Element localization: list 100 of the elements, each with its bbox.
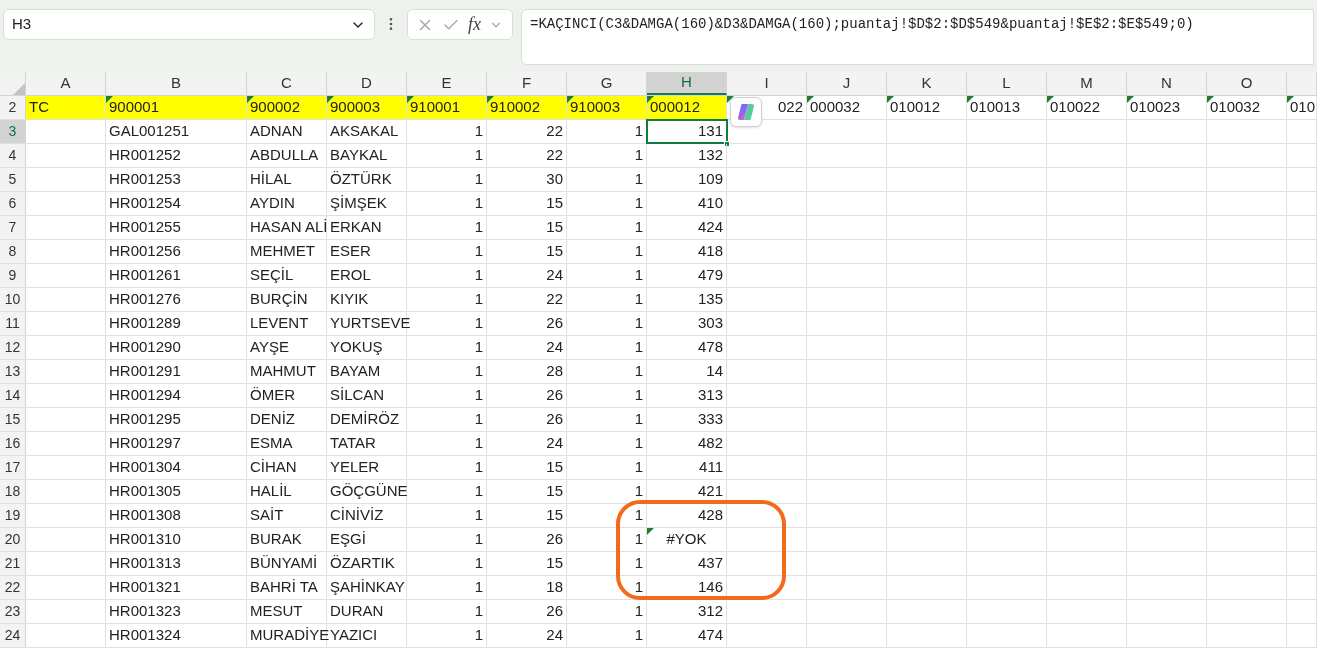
table-cell-text: 15 — [546, 457, 563, 478]
table-cell-text: ŞAHİNKAY — [330, 577, 405, 598]
column-header[interactable]: D — [361, 72, 372, 95]
table-cell-text: 135 — [697, 289, 723, 310]
copilot-button[interactable] — [730, 97, 762, 127]
table-cell-text: 418 — [697, 241, 723, 262]
table-cell-text: KIYIK — [330, 289, 369, 310]
table-cell-text: TC — [29, 97, 49, 118]
table-cell-text: AKSAKAL — [330, 121, 399, 142]
table-cell-text: HR001323 — [109, 601, 181, 622]
row-header[interactable]: 9 — [0, 264, 26, 287]
table-cell-text: 1 — [634, 385, 643, 406]
table-cell-text: 421 — [697, 481, 723, 502]
table-cell-text: 010023 — [1130, 97, 1181, 118]
row-header[interactable]: 17 — [0, 456, 26, 479]
row-header[interactable]: 16 — [0, 432, 26, 455]
row-header[interactable]: 22 — [0, 576, 26, 599]
column-header[interactable]: F — [521, 72, 532, 95]
table-cell-text: HR001324 — [109, 625, 181, 646]
table-cell-text: 900001 — [109, 97, 160, 118]
formula-field[interactable]: =KAÇINCI(C3&DAMGA(160)&D3&DAMGA(160);puantaj!$D$2:$D$549&puantaj!$E$2:$E$549;0) — [521, 9, 1314, 65]
column-header[interactable]: C — [281, 72, 292, 95]
row-header[interactable]: 20 — [0, 528, 26, 551]
table-cell-text: 1 — [634, 601, 643, 622]
insert-function-button[interactable]: fx — [468, 11, 481, 38]
row-header[interactable]: 6 — [0, 192, 26, 215]
row-header[interactable]: 11 — [0, 312, 26, 335]
table-cell-text: 333 — [697, 409, 723, 430]
table-cell-text: 22 — [546, 121, 563, 142]
row-header[interactable]: 14 — [0, 384, 26, 407]
row-header[interactable]: 2 — [0, 96, 26, 119]
row-header[interactable]: 12 — [0, 336, 26, 359]
row-header[interactable]: 19 — [0, 504, 26, 527]
table-cell-text: 15 — [546, 481, 563, 502]
fill-handle[interactable] — [724, 141, 730, 147]
table-cell-text: HR001308 — [109, 505, 181, 526]
table-cell-text: HR001297 — [109, 433, 181, 454]
column-header[interactable]: O — [1240, 72, 1253, 95]
table-cell-text: LEVENT — [250, 313, 309, 334]
table-cell-text: 910002 — [490, 97, 541, 118]
table-cell-text: 1 — [474, 529, 483, 550]
table-cell-text: 1 — [474, 217, 483, 238]
column-header[interactable]: E — [441, 72, 452, 95]
row-header[interactable]: 4 — [0, 144, 26, 167]
table-cell-text: 022 — [777, 97, 803, 118]
table-cell-text: HR001290 — [109, 337, 181, 358]
table-cell-text: MAHMUT — [250, 361, 316, 382]
column-header[interactable]: L — [1002, 72, 1011, 95]
table-cell-text: 22 — [546, 145, 563, 166]
table-cell-text: 18 — [546, 577, 563, 598]
table-cell-text: HALİL — [250, 481, 292, 502]
row-header[interactable]: 15 — [0, 408, 26, 431]
column-header[interactable]: I — [764, 72, 769, 95]
table-cell-text: YURTSEVE — [330, 313, 411, 334]
table-cell-text: 1 — [474, 577, 483, 598]
column-header[interactable]: K — [921, 72, 932, 95]
row-header[interactable]: 10 — [0, 288, 26, 311]
column-header[interactable]: B — [171, 72, 181, 95]
table-cell-text: SAİT — [250, 505, 284, 526]
table-cell-text: 000032 — [810, 97, 861, 118]
table-cell-text: 428 — [697, 505, 723, 526]
table-cell-text: #YOK — [666, 529, 707, 550]
row-header[interactable]: 8 — [0, 240, 26, 263]
table-cell-text: 131 — [697, 121, 723, 142]
table-cell-text: 146 — [697, 577, 723, 598]
row-header[interactable]: 5 — [0, 168, 26, 191]
table-cell-text: 26 — [546, 385, 563, 406]
table-cell-text: 479 — [697, 265, 723, 286]
table-cell-text: 1 — [474, 289, 483, 310]
table-cell-text: CİHAN — [250, 457, 297, 478]
row-header[interactable]: 21 — [0, 552, 26, 575]
table-cell-text: 1 — [474, 457, 483, 478]
row-header[interactable]: 24 — [0, 624, 26, 647]
column-header[interactable]: M — [1080, 72, 1093, 95]
row-header[interactable]: 7 — [0, 216, 26, 239]
table-cell-text: ABDULLA — [250, 145, 319, 166]
table-cell-text: 1 — [474, 625, 483, 646]
table-cell-text: 900002 — [250, 97, 301, 118]
column-header[interactable]: J — [842, 72, 851, 95]
table-cell-text: HR001321 — [109, 577, 181, 598]
column-header[interactable]: G — [600, 72, 613, 95]
table-cell-text: DURAN — [330, 601, 384, 622]
column-header[interactable]: H — [681, 71, 692, 94]
table-cell-text: 1 — [634, 145, 643, 166]
table-cell-text: HR001310 — [109, 529, 181, 550]
table-cell-text: YOKUŞ — [330, 337, 383, 358]
table-cell-text: HR001289 — [109, 313, 181, 334]
column-header[interactable]: A — [60, 72, 71, 95]
table-cell-text: 1 — [634, 169, 643, 190]
row-header[interactable]: 13 — [0, 360, 26, 383]
name-box[interactable]: H3 — [3, 9, 375, 40]
table-cell-text: ŞİMŞEK — [330, 193, 387, 214]
row-header[interactable]: 23 — [0, 600, 26, 623]
table-cell-text: 1 — [474, 505, 483, 526]
table-cell-text: 1 — [474, 145, 483, 166]
column-header[interactable]: N — [1161, 72, 1172, 95]
table-cell-text: 411 — [699, 457, 723, 478]
row-header[interactable]: 18 — [0, 480, 26, 503]
table-cell-text: 1 — [474, 361, 483, 382]
row-header[interactable]: 3 — [0, 120, 26, 143]
